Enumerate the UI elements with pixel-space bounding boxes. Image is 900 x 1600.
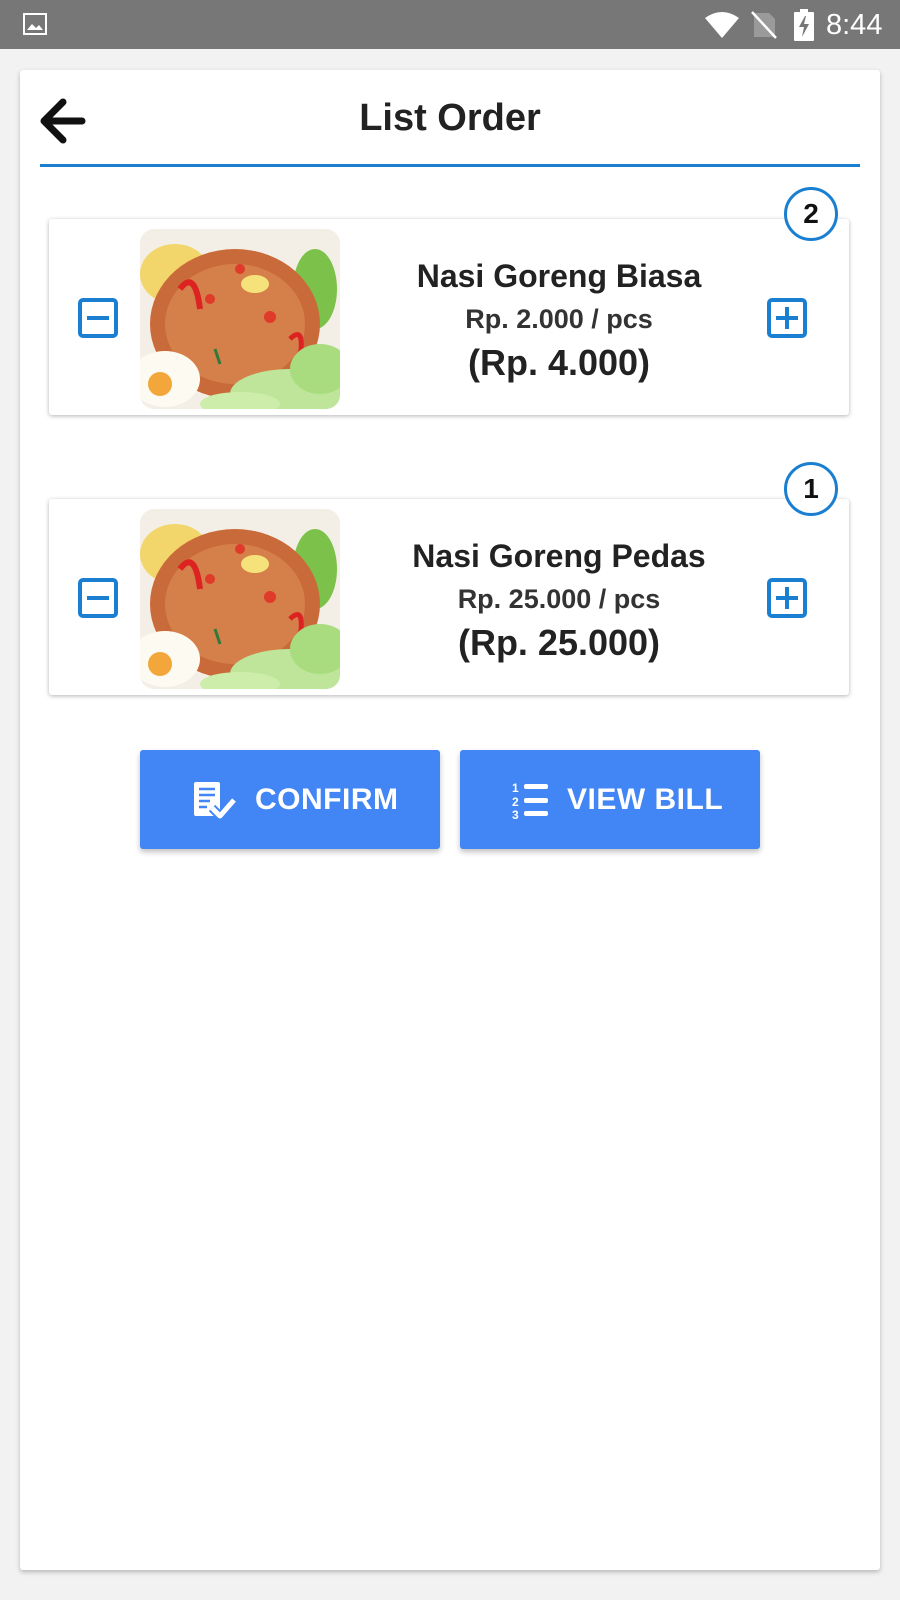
page-title: List Order (359, 97, 541, 139)
item-name: Nasi Goreng Pedas (412, 538, 706, 574)
title-divider (40, 164, 860, 167)
plus-box-icon (767, 578, 807, 618)
numbered-list-icon: 1 2 3 (512, 781, 548, 820)
order-panel: List Order Nasi Goreng Biasa Rp. 2.000 /… (20, 70, 880, 1570)
fried-rice-photo (140, 229, 340, 409)
item-unit-price: Rp. 2.000 / pcs (465, 304, 653, 334)
item-name: Nasi Goreng Biasa (416, 258, 702, 294)
item-subtotal: (Rp. 25.000) (457, 622, 661, 663)
decrease-quantity-button[interactable] (78, 578, 118, 618)
confirm-button[interactable]: CONFIRM (140, 750, 440, 849)
no-sim-icon (751, 11, 777, 39)
increase-quantity-button[interactable] (767, 578, 807, 618)
clock: 8:44 (826, 9, 883, 41)
increase-quantity-button[interactable] (767, 298, 807, 338)
quantity-badge: 2 (784, 187, 838, 241)
minus-box-icon (78, 298, 118, 338)
order-item: Nasi Goreng Pedas Rp. 25.000 / pcs (Rp. … (49, 499, 849, 695)
status-bar: 8:44 (0, 0, 900, 49)
plus-box-icon (767, 298, 807, 338)
quantity-badge: 1 (784, 462, 838, 516)
item-subtotal: (Rp. 4.000) (467, 342, 651, 383)
checklist-icon (194, 782, 236, 820)
image-notification-icon (23, 13, 47, 35)
battery-charging-icon (794, 9, 814, 41)
confirm-button-label: CONFIRM (255, 783, 399, 816)
fried-rice-photo (140, 509, 340, 689)
minus-box-icon (78, 578, 118, 618)
order-item: Nasi Goreng Biasa Rp. 2.000 / pcs (Rp. 4… (49, 219, 849, 415)
svg-text:1: 1 (512, 781, 519, 795)
svg-text:3: 3 (512, 808, 519, 820)
view-bill-button-label: VIEW BILL (567, 783, 724, 816)
item-unit-price: Rp. 25.000 / pcs (457, 584, 661, 614)
decrease-quantity-button[interactable] (78, 298, 118, 338)
svg-text:2: 2 (512, 795, 519, 809)
view-bill-button[interactable]: 1 2 3 VIEW BILL (460, 750, 760, 849)
wifi-icon (705, 12, 739, 38)
